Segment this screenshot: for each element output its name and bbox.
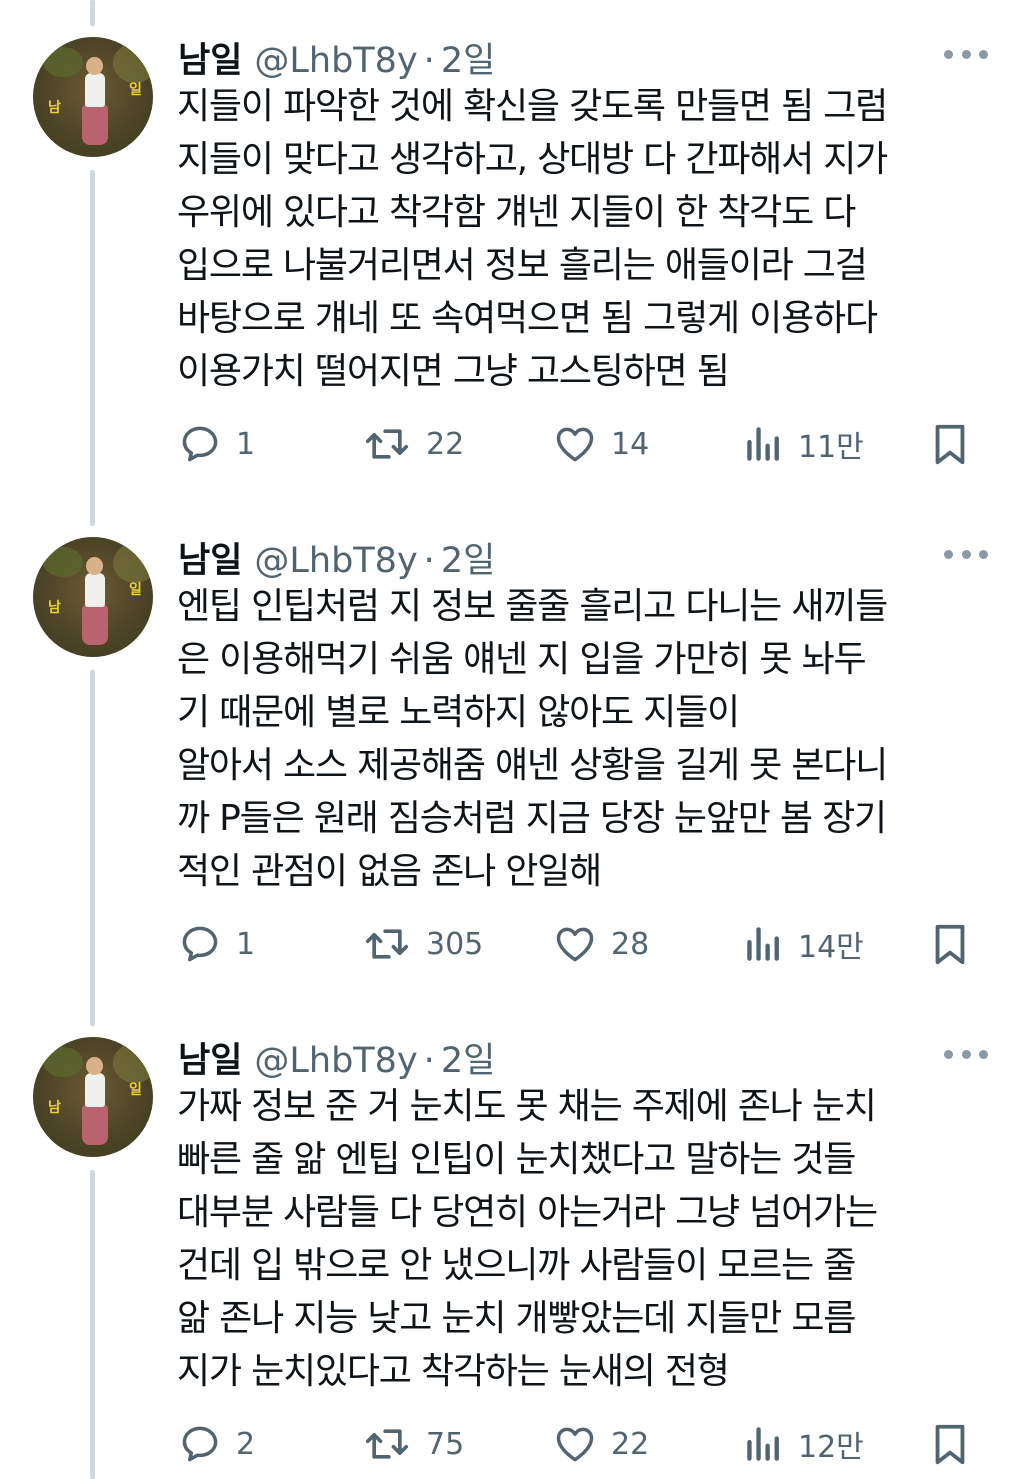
views-button[interactable]: 14만 [744, 918, 864, 970]
bookmark-button[interactable] [930, 918, 970, 970]
avatar-caption: 남 [48, 600, 61, 616]
timestamp[interactable]: 2일 [441, 532, 495, 583]
tweet-text-line: 우위에 있다고 착각함 걔넨 지들이 한 착각도 다 [177, 192, 856, 233]
tweet[interactable]: 남 일 남일 @LhbT8y · 2일 엔팁 인팁처럼 지 정보 줄줄 흘리고 … [0, 500, 1024, 1000]
retweet-count: 75 [426, 1426, 465, 1462]
tweet-text-line: 이용가치 떨어지면 그냥 고스팅하면 됨 [177, 351, 730, 392]
retweet-button[interactable]: 75 [362, 1418, 464, 1470]
action-bar: 1 22 14 11만 [0, 418, 1024, 470]
reply-icon [182, 926, 218, 962]
views-count: 14만 [798, 930, 864, 965]
tweet-text-line: 알아서 소스 제공해줌 얘넨 상황을 길게 못 본다니 [177, 745, 888, 786]
tweet-header: 남일 @LhbT8y · 2일 [178, 532, 495, 581]
action-bar: 2 75 22 12만 [0, 1418, 1024, 1470]
retweet-icon [365, 929, 409, 959]
like-button[interactable]: 14 [553, 418, 649, 470]
views-count: 12만 [798, 1430, 864, 1465]
like-button[interactable]: 22 [553, 1418, 649, 1470]
avatar-caption: 일 [129, 1082, 142, 1098]
tweet-text: 지들이 파악한 것에 확신을 갖도록 만들면 됨 그럼 지들이 맞다고 생각하고… [177, 80, 977, 398]
separator: · [423, 1041, 435, 1081]
author-handle[interactable]: @LhbT8y [254, 41, 417, 81]
retweet-icon [365, 429, 409, 459]
tweet-text-line: 입으로 나불거리면서 정보 흘리는 애들이라 그걸 [177, 245, 868, 286]
action-bar: 1 305 28 14만 [0, 918, 1024, 970]
like-count: 28 [611, 926, 650, 962]
tweet-text-line: 앎 존나 지능 낮고 눈치 개빻았는데 지들만 모름 [177, 1298, 856, 1339]
tweet[interactable]: 남 일 남일 @LhbT8y · 2일 지들이 파악한 것에 확신을 갖도록 만… [0, 0, 1024, 500]
tweet[interactable]: 남 일 남일 @LhbT8y · 2일 가짜 정보 준 거 눈치도 못 채는 주… [0, 1000, 1024, 1479]
tweet-header: 남일 @LhbT8y · 2일 [178, 1032, 495, 1081]
author-handle[interactable]: @LhbT8y [254, 541, 417, 581]
tweet-text-line: 까 P들은 원래 짐승처럼 지금 당장 눈앞만 봄 장기 [177, 798, 887, 839]
timestamp[interactable]: 2일 [441, 32, 495, 83]
tweet-text-line: 가짜 정보 준 거 눈치도 못 채는 주제에 존나 눈치 [177, 1086, 877, 1127]
views-button[interactable]: 11만 [744, 418, 864, 470]
heart-icon [556, 1427, 594, 1462]
tweet-text-line: 바탕으로 걔네 또 속여먹으면 됨 그렇게 이용하다 [177, 298, 878, 339]
tweet-text-line: 기 때문에 별로 노력하지 않아도 지들이 [177, 692, 740, 733]
retweet-icon [365, 1429, 409, 1459]
avatar-caption: 남 [48, 100, 61, 116]
avatar-caption: 남 [48, 1100, 61, 1116]
more-icon[interactable] [944, 544, 988, 564]
views-button[interactable]: 12만 [744, 1418, 864, 1470]
avatar-caption: 일 [129, 82, 142, 98]
avatar-caption: 일 [129, 582, 142, 598]
author-name[interactable]: 남일 [178, 1032, 242, 1083]
views-icon [747, 927, 779, 961]
reply-button[interactable]: 2 [178, 1418, 255, 1470]
retweet-count: 305 [426, 926, 484, 962]
retweet-button[interactable]: 22 [362, 418, 464, 470]
reply-icon [182, 1426, 218, 1462]
tweet-header: 남일 @LhbT8y · 2일 [178, 32, 495, 81]
reply-button[interactable]: 1 [178, 418, 255, 470]
reply-button[interactable]: 1 [178, 918, 255, 970]
bookmark-icon [935, 924, 965, 965]
heart-icon [556, 427, 594, 462]
tweet-text-line: 대부분 사람들 다 당연히 아는거라 그냥 넘어가는 [177, 1192, 878, 1233]
tweet-text-line: 지들이 맞다고 생각하고, 상대방 다 간파해서 지가 [177, 139, 888, 180]
tweet-text-line: 건데 입 밖으로 안 냈으니까 사람들이 모르는 줄 [177, 1245, 856, 1286]
tweet-text-line: 지가 눈치있다고 착각하는 눈새의 전형 [177, 1351, 730, 1392]
tweet-text: 엔팁 인팁처럼 지 정보 줄줄 흘리고 다니는 새끼들 은 이용해먹기 쉬움 얘… [177, 580, 977, 898]
avatar[interactable]: 남 일 [33, 37, 153, 157]
views-count: 11만 [798, 430, 864, 465]
tweet-text-line: 적인 관점이 없음 존나 안일해 [177, 851, 602, 892]
reply-count: 2 [236, 1426, 256, 1462]
like-count: 14 [611, 426, 650, 462]
separator: · [423, 541, 435, 581]
retweet-button[interactable]: 305 [362, 918, 483, 970]
bookmark-button[interactable] [930, 418, 970, 470]
tweet-text-line: 엔팁 인팁처럼 지 정보 줄줄 흘리고 다니는 새끼들 [177, 586, 888, 627]
separator: · [423, 41, 435, 81]
bookmark-button[interactable] [930, 1418, 970, 1470]
author-handle[interactable]: @LhbT8y [254, 1041, 417, 1081]
reply-icon [182, 426, 218, 462]
more-icon[interactable] [944, 1044, 988, 1064]
avatar[interactable]: 남 일 [33, 1037, 153, 1157]
tweet-text-line: 지들이 파악한 것에 확신을 갖도록 만들면 됨 그럼 [177, 86, 888, 127]
bookmark-icon [935, 424, 965, 465]
avatar[interactable]: 남 일 [33, 537, 153, 657]
retweet-count: 22 [426, 426, 465, 462]
views-icon [747, 1427, 779, 1461]
reply-count: 1 [236, 926, 256, 962]
tweet-text: 가짜 정보 준 거 눈치도 못 채는 주제에 존나 눈치 빠른 줄 앎 엔팁 인… [177, 1080, 977, 1398]
author-name[interactable]: 남일 [178, 532, 242, 583]
timestamp[interactable]: 2일 [441, 1032, 495, 1083]
heart-icon [556, 927, 594, 962]
bookmark-icon [935, 1424, 965, 1465]
author-name[interactable]: 남일 [178, 32, 242, 83]
like-button[interactable]: 28 [553, 918, 649, 970]
tweet-text-line: 은 이용해먹기 쉬움 얘넨 지 입을 가만히 못 놔두 [177, 639, 867, 680]
like-count: 22 [611, 1426, 650, 1462]
more-icon[interactable] [944, 44, 988, 64]
tweet-text-line: 빠른 줄 앎 엔팁 인팁이 눈치챘다고 말하는 것들 [177, 1139, 856, 1180]
reply-count: 1 [236, 426, 256, 462]
views-icon [747, 427, 779, 461]
